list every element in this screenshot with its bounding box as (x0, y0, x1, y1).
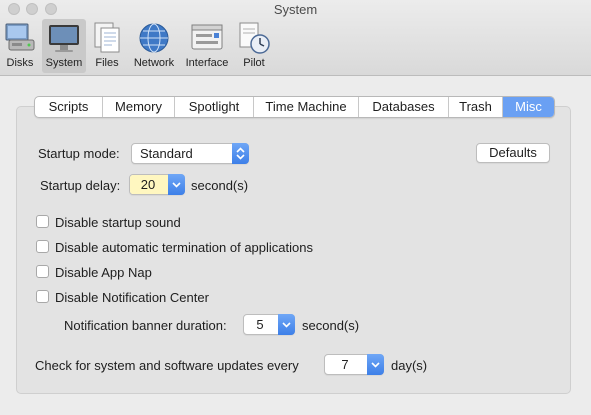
disable-auto-termination-checkbox[interactable] (36, 240, 49, 253)
startup-delay-combobox[interactable]: 20 (129, 174, 185, 195)
toolbar-item-interface[interactable]: Interface (181, 19, 233, 73)
disable-app-nap-checkbox[interactable] (36, 265, 49, 278)
toolbar-item-network[interactable]: Network (129, 19, 179, 73)
startup-mode-value: Standard (140, 146, 193, 161)
startup-mode-label: Startup mode: (38, 146, 120, 161)
system-monitor-icon (49, 25, 79, 52)
toolbar-label: Pilot (243, 57, 265, 69)
toolbar-label: Network (133, 57, 175, 69)
chevron-down-icon[interactable] (168, 174, 185, 195)
startup-mode-popup[interactable]: Standard (131, 143, 249, 164)
update-check-label: Check for system and software updates ev… (35, 358, 299, 373)
tab-time-machine[interactable]: Time Machine (254, 97, 359, 117)
banner-duration-label: Notification banner duration: (64, 318, 227, 333)
toolbar-label: Disks (6, 57, 34, 69)
startup-delay-label: Startup delay: (40, 178, 121, 193)
files-icon (94, 22, 120, 53)
update-interval-unit: day(s) (391, 358, 428, 373)
disable-notification-center-label[interactable]: Disable Notification Center (55, 290, 209, 305)
startup-delay-unit: second(s) (191, 178, 249, 193)
toolbar-item-disks[interactable]: Disks (2, 19, 38, 73)
defaults-button[interactable]: Defaults (476, 143, 550, 163)
window-title: System (273, 2, 318, 17)
banner-duration-unit: second(s) (302, 318, 360, 333)
tab-databases[interactable]: Databases (359, 97, 449, 117)
disks-icon (5, 23, 35, 51)
updown-arrows-icon (232, 143, 249, 164)
update-interval-combobox[interactable]: 7 (324, 354, 384, 375)
toolbar-item-system[interactable]: System (42, 19, 86, 73)
disable-notification-center-checkbox[interactable] (36, 290, 49, 303)
tab-scripts[interactable]: Scripts (35, 97, 103, 117)
tab-spotlight[interactable]: Spotlight (175, 97, 254, 117)
toolbar-label: Interface (185, 57, 229, 69)
tab-memory[interactable]: Memory (103, 97, 175, 117)
chevron-down-icon[interactable] (367, 354, 384, 375)
tab-trash[interactable]: Trash (449, 97, 503, 117)
disable-startup-sound-checkbox[interactable] (36, 215, 49, 228)
network-globe-icon (139, 23, 169, 53)
tab-misc[interactable]: Misc (503, 97, 554, 117)
disable-app-nap-label[interactable]: Disable App Nap (55, 265, 152, 280)
chevron-down-icon[interactable] (278, 314, 295, 335)
pilot-clock-icon (239, 22, 270, 54)
interface-window-icon (191, 24, 223, 50)
toolbar-label: Files (95, 57, 119, 69)
toolbar-label: System (45, 57, 83, 69)
title-bar: System Disks System Files Network Interf… (0, 0, 591, 76)
disable-startup-sound-label[interactable]: Disable startup sound (55, 215, 181, 230)
disable-auto-termination-label[interactable]: Disable automatic termination of applica… (55, 240, 313, 255)
banner-duration-combobox[interactable]: 5 (243, 314, 295, 335)
tab-bar: Scripts Memory Spotlight Time Machine Da… (34, 96, 555, 118)
toolbar-item-files[interactable]: Files (90, 19, 124, 73)
toolbar-item-pilot[interactable]: Pilot (236, 19, 272, 73)
